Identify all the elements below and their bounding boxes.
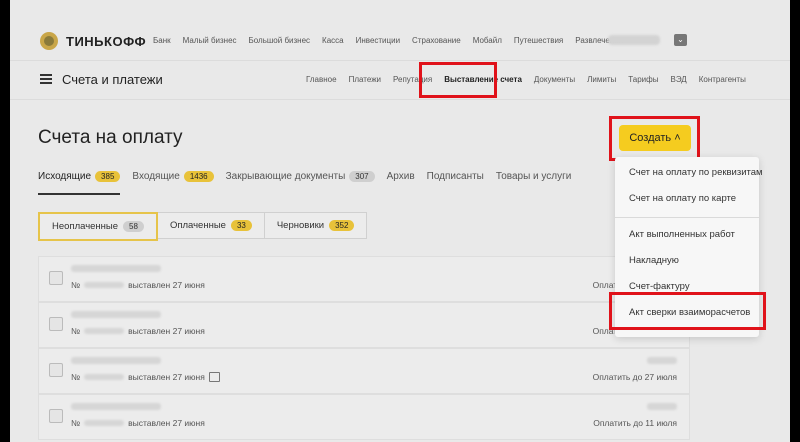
- invoice-row[interactable]: № выставлен 27 июня Оплатить до 11 июля: [38, 394, 690, 440]
- number-prefix: №: [71, 326, 81, 336]
- row-checkbox[interactable]: [49, 271, 63, 285]
- menu-item-work-acceptance-act[interactable]: Акт выполненных работ: [629, 229, 735, 240]
- invoice-info: № выставлен 27 июня: [71, 326, 205, 336]
- invoice-row[interactable]: №выставлен 27 июня Оплатить до 27 июля: [38, 256, 690, 302]
- row-checkbox[interactable]: [49, 317, 63, 331]
- menu-icon[interactable]: [40, 74, 52, 84]
- tab-label: Закрывающие документы: [225, 171, 346, 182]
- count-badge: 58: [123, 221, 144, 232]
- number-prefix: №: [71, 418, 81, 428]
- tab-label: Архив: [386, 171, 415, 182]
- tab-goods-services[interactable]: Товары и услуги: [496, 171, 572, 182]
- invoice-number-blurred: [84, 374, 125, 380]
- page-title: Счета на оплату: [38, 127, 183, 148]
- section-subnav: Главное Платежи Репутация Выставление сч…: [306, 75, 746, 84]
- brand-name: ТИНЬКОФФ: [66, 33, 147, 49]
- brand-logo[interactable]: ТИНЬКОФФ: [38, 30, 146, 52]
- invoice-info: № выставлен 27 июня: [71, 418, 205, 428]
- amount-blurred: [647, 403, 677, 410]
- tab-label: Исходящие: [38, 171, 92, 182]
- invoice-row[interactable]: № выставлен 27 июня Оплатить до 27 июля: [38, 348, 690, 394]
- amount-blurred: [647, 357, 677, 364]
- section-bar: Счета и платежи Главное Платежи Репутаци…: [10, 61, 790, 100]
- top-navigation-bar: ТИНЬКОФФ Банк Малый бизнес Большой бизне…: [10, 0, 790, 61]
- section-title: Счета и платежи: [62, 72, 163, 87]
- invoice-number-blurred: [84, 328, 125, 334]
- nav-link-investments[interactable]: Инвестиции: [356, 36, 400, 45]
- chevron-down-icon[interactable]: ⌄: [674, 34, 687, 46]
- subnav-tariffs[interactable]: Тарифы: [628, 75, 658, 84]
- counterparty-name-blurred: [71, 357, 161, 364]
- tab-label: Входящие: [132, 171, 180, 182]
- menu-item-invoice-by-details[interactable]: Счет на оплату по реквизитам: [629, 167, 763, 178]
- nav-link-kassa[interactable]: Касса: [322, 36, 344, 45]
- nav-link-travel[interactable]: Путешествия: [514, 36, 563, 45]
- menu-item-invoice-by-card[interactable]: Счет на оплату по карте: [629, 193, 736, 204]
- count-badge: 352: [329, 220, 355, 231]
- nav-link-mobile[interactable]: Мобайл: [473, 36, 502, 45]
- count-badge: 1436: [183, 171, 214, 182]
- subnav-counterparties[interactable]: Контрагенты: [699, 75, 746, 84]
- tab-label: Подписанты: [426, 171, 484, 182]
- user-name-blurred[interactable]: [608, 35, 660, 45]
- top-nav-links: Банк Малый бизнес Большой бизнес Касса И…: [153, 36, 623, 45]
- status-filter: Неоплаченные 58 Оплаченные 33 Черновики 352: [38, 212, 368, 241]
- issued-date: выставлен 27 июня: [128, 418, 205, 428]
- highlight-box-reconciliation-act: [609, 292, 766, 330]
- tab-signers[interactable]: Подписанты: [427, 171, 484, 182]
- invoice-tabs: Исходящие 385 Входящие 1436 Закрывающие до…: [38, 171, 583, 182]
- highlight-box-create-button: [609, 116, 700, 161]
- counterparty-name-blurred: [71, 265, 161, 272]
- row-checkbox[interactable]: [49, 409, 63, 423]
- subnav-ved[interactable]: ВЭД: [670, 75, 686, 84]
- subnav-payments[interactable]: Платежи: [349, 75, 381, 84]
- number-prefix: №: [71, 280, 81, 290]
- active-tab-underline: [38, 193, 120, 195]
- due-date: Оплатить до 11 июля: [593, 418, 677, 428]
- subnav-documents[interactable]: Документы: [534, 75, 575, 84]
- tab-incoming[interactable]: Входящие 1436: [132, 171, 214, 182]
- tab-label: Товары и услуги: [495, 171, 572, 182]
- filter-drafts[interactable]: Черновики 352: [264, 212, 368, 239]
- count-badge: 385: [95, 171, 121, 182]
- issued-date: выставлен 27 июня: [128, 372, 205, 382]
- number-prefix: №: [71, 372, 81, 382]
- issued-date: выставлен 27 июня: [128, 280, 205, 290]
- filter-paid[interactable]: Оплаченные 33: [157, 212, 265, 239]
- filter-unpaid[interactable]: Неоплаченные 58: [38, 212, 158, 241]
- app-window: ТИНЬКОФФ Банк Малый бизнес Большой бизне…: [10, 0, 790, 442]
- filter-label: Черновики: [276, 220, 325, 231]
- subnav-limits[interactable]: Лимиты: [587, 75, 616, 84]
- nav-link-bank[interactable]: Банк: [153, 36, 171, 45]
- invoice-number-blurred: [84, 282, 125, 288]
- invoice-row[interactable]: №выставлен 27 июня Оплатить до 27 июля: [38, 302, 690, 348]
- nav-link-insurance[interactable]: Страхование: [412, 36, 461, 45]
- issued-date: выставлен 27 июня: [128, 326, 205, 336]
- invoice-number-blurred: [84, 420, 125, 426]
- tab-outgoing[interactable]: Исходящие 385: [38, 171, 121, 182]
- menu-divider: [615, 217, 759, 218]
- nav-link-big-business[interactable]: Большой бизнес: [249, 36, 311, 45]
- filter-label: Неоплаченные: [52, 221, 119, 232]
- menu-item-waybill[interactable]: Накладную: [629, 255, 679, 266]
- tab-closing-documents[interactable]: Закрывающие документы 307: [226, 171, 375, 182]
- invoice-info: № выставлен 27 июня: [71, 280, 205, 290]
- invoice-info: № выставлен 27 июня: [71, 372, 220, 382]
- menu-item-vat-invoice[interactable]: Счет-фактуру: [629, 281, 690, 292]
- count-badge: 307: [349, 171, 375, 182]
- highlight-box-invoicing-tab: [419, 62, 497, 98]
- tab-archive[interactable]: Архив: [387, 171, 415, 182]
- coat-of-arms-icon: [40, 32, 58, 50]
- counterparty-name-blurred: [71, 403, 161, 410]
- row-checkbox[interactable]: [49, 363, 63, 377]
- count-badge: 33: [230, 220, 252, 231]
- calendar-icon: [208, 372, 220, 382]
- due-date: Оплатить до 27 июля: [592, 372, 677, 382]
- counterparty-name-blurred: [71, 311, 161, 318]
- nav-link-small-business[interactable]: Малый бизнес: [183, 36, 237, 45]
- subnav-main[interactable]: Главное: [306, 75, 337, 84]
- filter-label: Оплаченные: [169, 220, 226, 231]
